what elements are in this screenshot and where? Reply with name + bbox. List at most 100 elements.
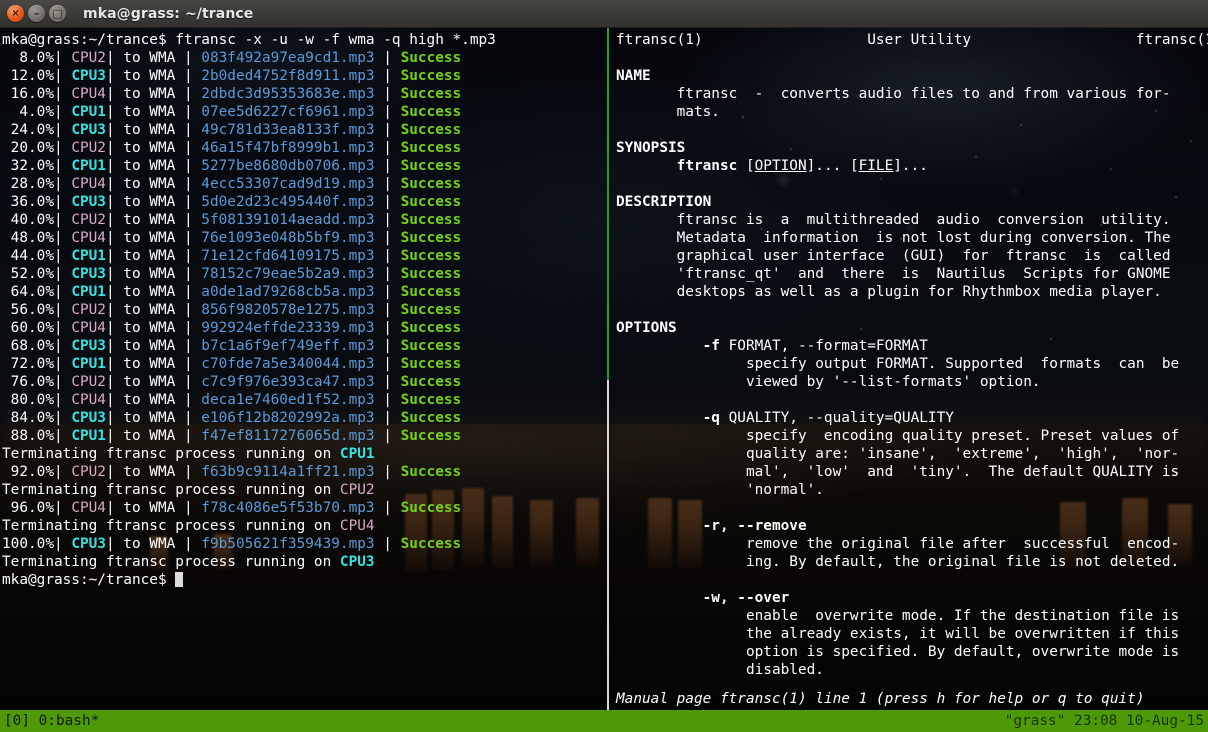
target-format: | to WMA | xyxy=(105,302,202,318)
tmux-session-clock: "grass" 23:08 10-Aug-15 xyxy=(1004,713,1204,729)
status-success: Success xyxy=(400,320,462,336)
cpu-label: CPU3 xyxy=(62,338,106,354)
progress-percent: 52.0%| xyxy=(2,266,63,282)
filename: 78152c79eae5b2a9.mp3 xyxy=(201,266,375,282)
progress-percent: 76.0%| xyxy=(2,374,63,390)
bracket-open: [ xyxy=(737,158,755,174)
separator: | xyxy=(374,212,401,228)
separator: | xyxy=(374,356,401,372)
separator: | xyxy=(374,536,401,552)
progress-percent: 8.0%| xyxy=(2,50,63,66)
pane-man-page[interactable]: ftransc(1) User Utility ftransc(1) NAME … xyxy=(612,28,1208,710)
status-success: Success xyxy=(400,194,462,210)
man-option-line: -q QUALITY, --quality=QUALITY xyxy=(616,409,1208,427)
target-format: | to WMA | xyxy=(105,230,202,246)
right-pane-lines: ftransc(1) User Utility ftransc(1) NAME … xyxy=(612,28,1208,679)
close-glyph: × xyxy=(11,7,20,19)
filename: 71e12cfd64109175.mp3 xyxy=(201,248,375,264)
bracket-close: ]... xyxy=(893,158,928,174)
target-format: | to WMA | xyxy=(105,194,202,210)
man-text: Metadata information is not lost during … xyxy=(616,230,1171,246)
conversion-row: 48.0%| CPU4| to WMA | 76e1093e048b5bf9.m… xyxy=(2,229,604,247)
man-text-line: ing. By default, the original file is no… xyxy=(616,553,1208,571)
pane-ftransc-output[interactable]: mka@grass:~/trance$ ftransc -x -u -w -f … xyxy=(0,28,604,710)
status-success: Success xyxy=(400,392,462,408)
man-text-line: quality are: 'insane', 'extreme', 'high'… xyxy=(616,445,1208,463)
cpu-label: CPU2 xyxy=(62,212,106,228)
pane-divider[interactable] xyxy=(607,28,609,710)
terminal-body[interactable]: mka@grass:~/trance$ ftransc -x -u -w -f … xyxy=(0,28,1208,710)
status-success: Success xyxy=(400,338,462,354)
cpu-label: CPU1 xyxy=(339,446,375,462)
separator: | xyxy=(374,230,401,246)
filename: b7c1a6f9ef749eff.mp3 xyxy=(201,338,375,354)
filename: f63b9c9114a1ff21.mp3 xyxy=(201,464,375,480)
conversion-row: 56.0%| CPU2| to WMA | 856f9820578e1275.m… xyxy=(2,301,604,319)
target-format: | to WMA | xyxy=(105,140,202,156)
man-synopsis-line: ftransc [OPTION]... [FILE]... xyxy=(616,157,1208,175)
man-page-header: ftransc(1) User Utility ftransc(1) xyxy=(616,31,1208,49)
man-text: viewed by '--list-formats' option. xyxy=(616,374,1041,390)
separator: | xyxy=(374,248,401,264)
progress-percent: 100.0%| xyxy=(2,536,63,552)
status-success: Success xyxy=(400,176,462,192)
separator: | xyxy=(374,50,401,66)
progress-percent: 92.0%| xyxy=(2,464,63,480)
filename: 5f081391014aeadd.mp3 xyxy=(201,212,375,228)
conversion-row: 8.0%| CPU2| to WMA | 083f492a97ea9cd1.mp… xyxy=(2,49,604,67)
blank xyxy=(616,392,625,408)
man-text: specify output FORMAT. Supported formats… xyxy=(616,356,1180,372)
terminate-text: Terminating ftransc process running on xyxy=(2,518,340,534)
filename: 5d0e2d23c495440f.mp3 xyxy=(201,194,375,210)
option-args: QUALITY, --quality=QUALITY xyxy=(719,410,954,426)
option-placeholder: OPTION xyxy=(754,158,807,174)
man-text: option is specified. By default, overwri… xyxy=(616,644,1180,660)
target-format: | to WMA | xyxy=(105,392,202,408)
man-text-line: enable overwrite mode. If the destinatio… xyxy=(616,607,1208,625)
blank-line xyxy=(616,175,1208,193)
tmux-panes: mka@grass:~/trance$ ftransc -x -u -w -f … xyxy=(0,28,1208,710)
blank xyxy=(616,500,625,516)
cpu-label: CPU3 xyxy=(62,266,106,282)
maximize-glyph: □ xyxy=(52,7,63,20)
conversion-row: 40.0%| CPU2| to WMA | 5f081391014aeadd.m… xyxy=(2,211,604,229)
target-format: | to WMA | xyxy=(105,212,202,228)
separator: | xyxy=(374,302,401,318)
blank-line xyxy=(616,121,1208,139)
maximize-icon[interactable]: □ xyxy=(49,5,66,22)
cpu-label: CPU4 xyxy=(62,320,106,336)
cpu-label: CPU1 xyxy=(62,248,106,264)
status-success: Success xyxy=(400,86,462,102)
status-success: Success xyxy=(400,104,462,120)
minimize-icon[interactable]: – xyxy=(28,5,45,22)
tmux-status-bar[interactable]: [0] 0:bash* "grass" 23:08 10-Aug-15 xyxy=(0,710,1208,732)
command-text: mka@grass:~/trance$ ftransc -x -u -w -f … xyxy=(2,32,496,48)
progress-percent: 36.0%| xyxy=(2,194,63,210)
progress-percent: 80.0%| xyxy=(2,392,63,408)
man-text: quality are: 'insane', 'extreme', 'high'… xyxy=(616,446,1180,462)
window-titlebar: × – □ mka@grass: ~/trance xyxy=(0,0,1208,28)
man-text-line: ftransc - converts audio files to and fr… xyxy=(616,85,1208,103)
progress-percent: 32.0%| xyxy=(2,158,63,174)
separator: | xyxy=(374,158,401,174)
target-format: | to WMA | xyxy=(105,374,202,390)
filename: f78c4086e5f53b70.mp3 xyxy=(201,500,375,516)
cpu-label: CPU3 xyxy=(62,410,106,426)
close-icon[interactable]: × xyxy=(7,5,24,22)
progress-percent: 12.0%| xyxy=(2,68,63,84)
blank-line xyxy=(616,499,1208,517)
target-format: | to WMA | xyxy=(105,248,202,264)
blank xyxy=(616,302,625,318)
separator: | xyxy=(374,194,401,210)
terminate-text: Terminating ftransc process running on xyxy=(2,482,340,498)
man-option-line: -w, --over xyxy=(616,589,1208,607)
conversion-row: 32.0%| CPU1| to WMA | 5277be8680db0706.m… xyxy=(2,157,604,175)
tmux-window-list[interactable]: [0] 0:bash* xyxy=(4,710,99,732)
separator: | xyxy=(374,176,401,192)
blank-line xyxy=(616,301,1208,319)
cpu-label: CPU3 xyxy=(339,554,375,570)
cpu-label: CPU2 xyxy=(62,464,106,480)
blank xyxy=(616,176,625,192)
